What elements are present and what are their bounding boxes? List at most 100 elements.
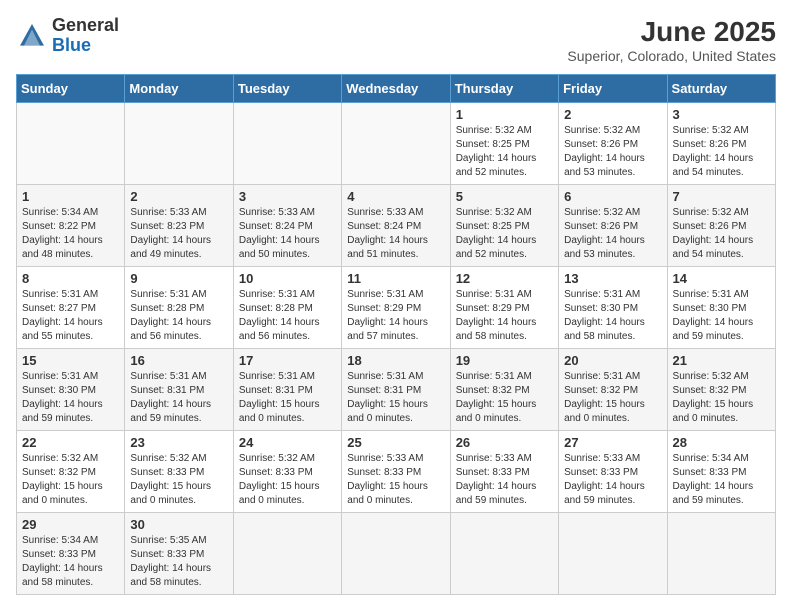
calendar-cell: 7 Sunrise: 5:32 AMSunset: 8:26 PMDaylight… xyxy=(667,185,775,267)
day-info: Sunrise: 5:33 AMSunset: 8:24 PMDaylight:… xyxy=(347,206,444,262)
calendar-cell xyxy=(342,103,450,185)
day-number: 5 xyxy=(456,189,553,204)
day-number: 28 xyxy=(673,435,770,450)
weekday-header: Friday xyxy=(559,75,667,103)
logo-blue: Blue xyxy=(52,36,119,56)
logo-text: General Blue xyxy=(52,16,119,56)
calendar-cell: 3 Sunrise: 5:33 AMSunset: 8:24 PMDaylight… xyxy=(233,185,341,267)
day-number: 7 xyxy=(673,189,770,204)
day-number: 12 xyxy=(456,271,553,286)
day-info: Sunrise: 5:34 AMSunset: 8:33 PMDaylight:… xyxy=(22,534,119,590)
weekday-header-row: SundayMondayTuesdayWednesdayThursdayFrid… xyxy=(17,75,776,103)
day-number: 23 xyxy=(130,435,227,450)
day-info: Sunrise: 5:33 AMSunset: 8:33 PMDaylight:… xyxy=(456,452,553,508)
calendar-cell xyxy=(233,103,341,185)
day-info: Sunrise: 5:32 AMSunset: 8:26 PMDaylight:… xyxy=(564,206,661,262)
day-number: 8 xyxy=(22,271,119,286)
logo: General Blue xyxy=(16,16,119,56)
day-info: Sunrise: 5:34 AMSunset: 8:33 PMDaylight:… xyxy=(673,452,770,508)
weekday-header: Sunday xyxy=(17,75,125,103)
day-info: Sunrise: 5:32 AMSunset: 8:33 PMDaylight:… xyxy=(130,452,227,508)
logo-general: General xyxy=(52,16,119,36)
calendar-cell: 29Sunrise: 5:34 AMSunset: 8:33 PMDayligh… xyxy=(17,513,125,595)
weekday-header: Saturday xyxy=(667,75,775,103)
calendar-cell xyxy=(233,513,341,595)
calendar-cell: 4Sunrise: 5:33 AMSunset: 8:24 PMDaylight… xyxy=(342,185,450,267)
calendar-table: SundayMondayTuesdayWednesdayThursdayFrid… xyxy=(16,74,776,595)
weekday-header: Monday xyxy=(125,75,233,103)
day-info: Sunrise: 5:33 AMSunset: 8:24 PMDaylight:… xyxy=(239,206,336,262)
day-info: Sunrise: 5:31 AMSunset: 8:32 PMDaylight:… xyxy=(456,370,553,426)
calendar-cell: 27 Sunrise: 5:33 AMSunset: 8:33 PMDayligh… xyxy=(559,431,667,513)
calendar-week-row: 8 Sunrise: 5:31 AMSunset: 8:27 PMDaylight… xyxy=(17,267,776,349)
day-info: Sunrise: 5:32 AMSunset: 8:25 PMDaylight:… xyxy=(456,206,553,262)
day-info: Sunrise: 5:32 AMSunset: 8:25 PMDaylight:… xyxy=(456,124,553,180)
calendar-cell: 6 Sunrise: 5:32 AMSunset: 8:26 PMDaylight… xyxy=(559,185,667,267)
calendar-cell: 16 Sunrise: 5:31 AMSunset: 8:31 PMDayligh… xyxy=(125,349,233,431)
calendar-cell: 22Sunrise: 5:32 AMSunset: 8:32 PMDayligh… xyxy=(17,431,125,513)
day-info: Sunrise: 5:33 AMSunset: 8:33 PMDaylight:… xyxy=(564,452,661,508)
calendar-cell: 24Sunrise: 5:32 AMSunset: 8:33 PMDayligh… xyxy=(233,431,341,513)
calendar-cell: 23 Sunrise: 5:32 AMSunset: 8:33 PMDayligh… xyxy=(125,431,233,513)
day-number: 2 xyxy=(130,189,227,204)
day-number: 20 xyxy=(564,353,661,368)
calendar-cell xyxy=(342,513,450,595)
day-info: Sunrise: 5:34 AMSunset: 8:22 PMDaylight:… xyxy=(22,206,119,262)
day-info: Sunrise: 5:32 AMSunset: 8:26 PMDaylight:… xyxy=(673,206,770,262)
day-info: Sunrise: 5:31 AMSunset: 8:28 PMDaylight:… xyxy=(239,288,336,344)
calendar-cell xyxy=(17,103,125,185)
month-title: June 2025 xyxy=(567,16,776,48)
weekday-header: Tuesday xyxy=(233,75,341,103)
day-number: 26 xyxy=(456,435,553,450)
calendar-cell: 17 Sunrise: 5:31 AMSunset: 8:31 PMDayligh… xyxy=(233,349,341,431)
day-info: Sunrise: 5:33 AMSunset: 8:23 PMDaylight:… xyxy=(130,206,227,262)
day-number: 18 xyxy=(347,353,444,368)
calendar-cell: 10Sunrise: 5:31 AMSunset: 8:28 PMDayligh… xyxy=(233,267,341,349)
day-number: 16 xyxy=(130,353,227,368)
day-info: Sunrise: 5:31 AMSunset: 8:31 PMDaylight:… xyxy=(239,370,336,426)
page-header: General Blue June 2025 Superior, Colorad… xyxy=(16,16,776,64)
day-number: 9 xyxy=(130,271,227,286)
day-info: Sunrise: 5:32 AMSunset: 8:33 PMDaylight:… xyxy=(239,452,336,508)
calendar-cell: 1 Sunrise: 5:34 AMSunset: 8:22 PMDaylight… xyxy=(17,185,125,267)
calendar-cell: 9 Sunrise: 5:31 AMSunset: 8:28 PMDaylight… xyxy=(125,267,233,349)
calendar-cell xyxy=(450,513,558,595)
day-number: 21 xyxy=(673,353,770,368)
day-info: Sunrise: 5:33 AMSunset: 8:33 PMDaylight:… xyxy=(347,452,444,508)
day-info: Sunrise: 5:31 AMSunset: 8:29 PMDaylight:… xyxy=(347,288,444,344)
day-number: 15 xyxy=(22,353,119,368)
day-number: 14 xyxy=(673,271,770,286)
calendar-cell: 2 Sunrise: 5:33 AMSunset: 8:23 PMDaylight… xyxy=(125,185,233,267)
calendar-cell xyxy=(125,103,233,185)
day-number: 1 xyxy=(22,189,119,204)
title-block: June 2025 Superior, Colorado, United Sta… xyxy=(567,16,776,64)
weekday-header: Thursday xyxy=(450,75,558,103)
day-number: 27 xyxy=(564,435,661,450)
day-number: 30 xyxy=(130,517,227,532)
day-number: 17 xyxy=(239,353,336,368)
calendar-cell: 5 Sunrise: 5:32 AMSunset: 8:25 PMDaylight… xyxy=(450,185,558,267)
day-number: 19 xyxy=(456,353,553,368)
calendar-cell xyxy=(559,513,667,595)
calendar-cell: 25Sunrise: 5:33 AMSunset: 8:33 PMDayligh… xyxy=(342,431,450,513)
day-number: 13 xyxy=(564,271,661,286)
calendar-cell: 28 Sunrise: 5:34 AMSunset: 8:33 PMDayligh… xyxy=(667,431,775,513)
calendar-cell: 13 Sunrise: 5:31 AMSunset: 8:30 PMDayligh… xyxy=(559,267,667,349)
calendar-cell: 14Sunrise: 5:31 AMSunset: 8:30 PMDayligh… xyxy=(667,267,775,349)
day-info: Sunrise: 5:31 AMSunset: 8:29 PMDaylight:… xyxy=(456,288,553,344)
location: Superior, Colorado, United States xyxy=(567,48,776,64)
day-info: Sunrise: 5:31 AMSunset: 8:31 PMDaylight:… xyxy=(130,370,227,426)
day-number: 6 xyxy=(564,189,661,204)
day-number: 3 xyxy=(239,189,336,204)
calendar-week-row: 29Sunrise: 5:34 AMSunset: 8:33 PMDayligh… xyxy=(17,513,776,595)
calendar-cell: 20 Sunrise: 5:31 AMSunset: 8:32 PMDayligh… xyxy=(559,349,667,431)
day-info: Sunrise: 5:31 AMSunset: 8:28 PMDaylight:… xyxy=(130,288,227,344)
calendar-cell: 11Sunrise: 5:31 AMSunset: 8:29 PMDayligh… xyxy=(342,267,450,349)
calendar-week-row: 22Sunrise: 5:32 AMSunset: 8:32 PMDayligh… xyxy=(17,431,776,513)
calendar-cell: 19 Sunrise: 5:31 AMSunset: 8:32 PMDayligh… xyxy=(450,349,558,431)
day-info: Sunrise: 5:31 AMSunset: 8:32 PMDaylight:… xyxy=(564,370,661,426)
calendar-cell: 8 Sunrise: 5:31 AMSunset: 8:27 PMDaylight… xyxy=(17,267,125,349)
day-info: Sunrise: 5:31 AMSunset: 8:27 PMDaylight:… xyxy=(22,288,119,344)
calendar-cell: 21Sunrise: 5:32 AMSunset: 8:32 PMDayligh… xyxy=(667,349,775,431)
day-info: Sunrise: 5:31 AMSunset: 8:30 PMDaylight:… xyxy=(564,288,661,344)
